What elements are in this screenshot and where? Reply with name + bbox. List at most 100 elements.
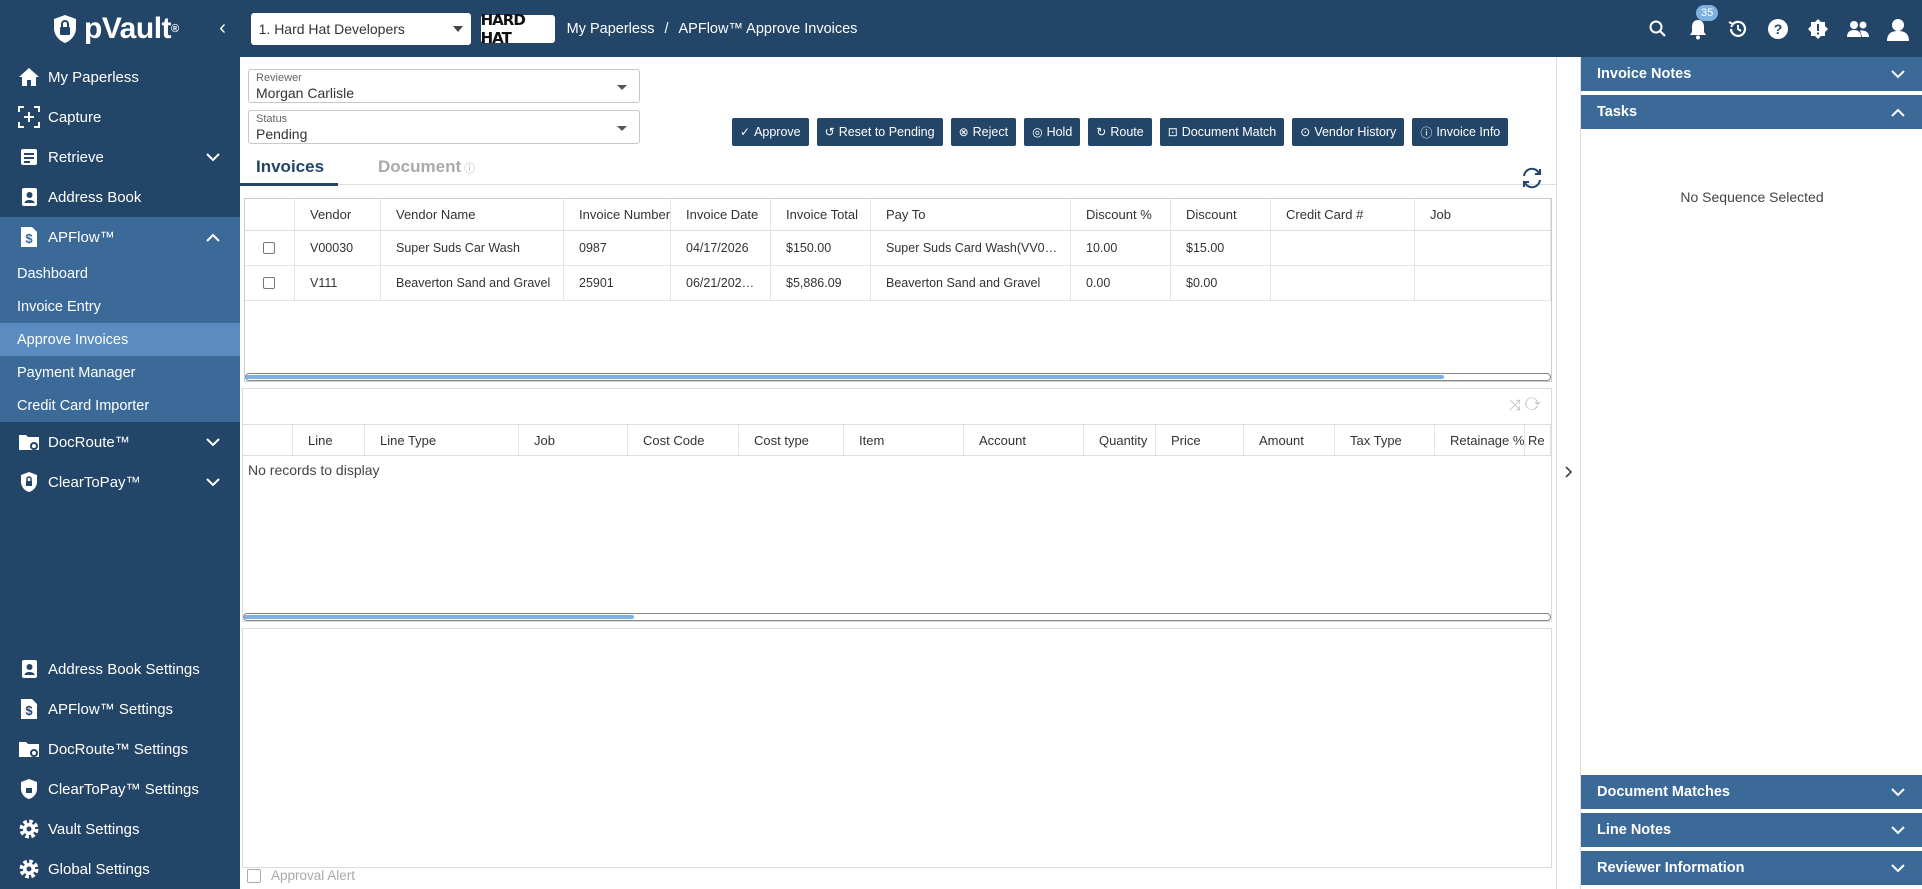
sidebar-item-apflow[interactable]: $ APFlow™ bbox=[0, 217, 240, 257]
sidebar-item-vault-settings[interactable]: Vault Settings bbox=[0, 809, 240, 849]
column-header[interactable]: Line Type bbox=[365, 425, 519, 455]
sidebar-item-apflow-settings[interactable]: $ APFlow™ Settings bbox=[0, 689, 240, 729]
column-header[interactable]: Credit Card # bbox=[1271, 199, 1415, 230]
alert-badge-icon[interactable] bbox=[1806, 17, 1830, 41]
bell-icon[interactable]: 35 bbox=[1686, 4, 1719, 41]
invoice-info-button[interactable]: ⓘ Invoice Info bbox=[1412, 118, 1509, 146]
notification-badge: 35 bbox=[1696, 4, 1719, 21]
help-icon[interactable]: ? bbox=[1766, 17, 1790, 41]
table-row[interactable]: V111 Beaverton Sand and Gravel 25901 06/… bbox=[245, 266, 1551, 301]
invoice-table-scrollbar[interactable] bbox=[245, 373, 1551, 381]
column-header[interactable]: Item bbox=[844, 425, 964, 455]
shuffle-icon[interactable]: ⤨ bbox=[1509, 397, 1521, 414]
column-header[interactable]: Discount % bbox=[1071, 199, 1171, 230]
column-header[interactable]: Invoice Total bbox=[771, 199, 871, 230]
sidebar-item-label: ClearToPay™ bbox=[48, 473, 141, 491]
column-header[interactable]: Invoice Number bbox=[564, 199, 671, 230]
history-icon[interactable] bbox=[1726, 17, 1750, 41]
action-toolbar: ✓ Approve ↺ Reset to Pending ⊗ Reject ◎ Hold… bbox=[732, 118, 1509, 146]
gear-icon bbox=[18, 858, 40, 880]
refresh-icon[interactable] bbox=[1520, 167, 1544, 192]
tab-invoices[interactable]: Invoices bbox=[239, 157, 339, 186]
sidebar-item-cleartopay[interactable]: ClearToPay™ bbox=[0, 462, 240, 502]
chevron-right-icon[interactable] bbox=[1564, 465, 1573, 481]
column-header[interactable]: Pay To bbox=[871, 199, 1071, 230]
column-header[interactable]: Quantity bbox=[1084, 425, 1156, 455]
tasks-header[interactable]: Tasks bbox=[1581, 95, 1922, 129]
panel-splitter[interactable] bbox=[1556, 57, 1580, 889]
column-header[interactable]: Invoice Date bbox=[671, 199, 771, 230]
invoice-notes-header[interactable]: Invoice Notes bbox=[1581, 57, 1922, 91]
column-header[interactable]: Price bbox=[1156, 425, 1244, 455]
sidebar-subitem-invoice-entry[interactable]: Invoice Entry bbox=[0, 290, 240, 323]
column-header[interactable]: Tax Type bbox=[1335, 425, 1435, 455]
hold-button[interactable]: ◎ Hold bbox=[1024, 118, 1081, 146]
row-checkbox[interactable] bbox=[263, 277, 275, 289]
row-checkbox[interactable] bbox=[263, 242, 275, 254]
column-header[interactable]: Discount bbox=[1171, 199, 1271, 230]
document-match-button[interactable]: ⊡ Document Match bbox=[1159, 118, 1285, 146]
reject-button[interactable]: ⊗ Reject bbox=[950, 118, 1017, 146]
column-header[interactable]: Retainage % bbox=[1435, 425, 1525, 455]
column-header[interactable]: Account bbox=[964, 425, 1084, 455]
chevron-down-icon[interactable] bbox=[1891, 823, 1905, 839]
collapse-sidebar-icon[interactable]: ‹ bbox=[213, 17, 233, 40]
breadcrumb-my-paperless[interactable]: My Paperless bbox=[567, 21, 655, 37]
reviewer-information-header[interactable]: Reviewer Information bbox=[1581, 851, 1922, 885]
column-header[interactable]: Cost Code bbox=[628, 425, 739, 455]
chevron-down-icon[interactable] bbox=[206, 434, 220, 451]
tab-document[interactable]: Document ⓘ bbox=[378, 157, 475, 177]
scrollbar-thumb[interactable] bbox=[244, 615, 634, 619]
sidebar-item-global-settings[interactable]: Global Settings bbox=[0, 849, 240, 889]
status-select[interactable]: Status Pending bbox=[248, 110, 640, 144]
line-notes-header[interactable]: Line Notes bbox=[1581, 813, 1922, 847]
pvault-logo[interactable]: pVault ® bbox=[52, 12, 179, 46]
sidebar-item-retrieve[interactable]: Retrieve bbox=[0, 137, 240, 177]
chevron-up-icon[interactable] bbox=[1891, 105, 1905, 121]
sidebar-item-docroute-settings[interactable]: DocRoute™ Settings bbox=[0, 729, 240, 769]
document-matches-header[interactable]: Document Matches bbox=[1581, 775, 1922, 809]
scrollbar-thumb[interactable] bbox=[246, 375, 1444, 379]
users-icon[interactable] bbox=[1846, 17, 1870, 41]
line-table-scrollbar[interactable] bbox=[243, 613, 1551, 621]
sidebar-item-address-book[interactable]: Address Book bbox=[0, 177, 240, 217]
vendor-history-button[interactable]: ⊙ Vendor History bbox=[1292, 118, 1405, 146]
table-row[interactable]: V00030 Super Suds Car Wash 0987 04/17/20… bbox=[245, 231, 1551, 266]
chevron-down-icon[interactable] bbox=[1891, 67, 1905, 83]
sidebar-item-my-paperless[interactable]: My Paperless bbox=[0, 57, 240, 97]
sidebar-subitem-credit-card-importer[interactable]: Credit Card Importer bbox=[0, 389, 240, 422]
column-header[interactable]: Job bbox=[1415, 199, 1551, 230]
chevron-up-icon[interactable] bbox=[206, 229, 220, 246]
column-header[interactable]: Amount bbox=[1244, 425, 1335, 455]
reset-to-pending-button[interactable]: ↺ Reset to Pending bbox=[816, 118, 943, 146]
route-button[interactable]: ↻ Route bbox=[1088, 118, 1152, 146]
column-header[interactable]: Vendor bbox=[295, 199, 381, 230]
chevron-down-icon[interactable] bbox=[206, 474, 220, 491]
chevron-down-icon[interactable] bbox=[1891, 861, 1905, 877]
approval-alert-checkbox[interactable]: Approval Alert bbox=[247, 868, 355, 883]
sidebar-item-address-book-settings[interactable]: Address Book Settings bbox=[0, 649, 240, 689]
approval-alert-box[interactable] bbox=[247, 868, 261, 883]
reviewer-select[interactable]: Reviewer Morgan Carlisle bbox=[248, 69, 640, 103]
sidebar-item-cleartopay-settings[interactable]: ClearToPay™ Settings bbox=[0, 769, 240, 809]
sidebar-item-docroute[interactable]: DocRoute™ bbox=[0, 422, 240, 462]
sidebar-subitem-dashboard[interactable]: Dashboard bbox=[0, 257, 240, 290]
sidebar-subitem-payment-manager[interactable]: Payment Manager bbox=[0, 356, 240, 389]
table-cell: V00030 bbox=[295, 231, 381, 265]
profile-icon[interactable] bbox=[1886, 17, 1910, 41]
search-icon[interactable] bbox=[1646, 17, 1670, 41]
chevron-down-icon[interactable] bbox=[1891, 785, 1905, 801]
sync-icon[interactable]: ⟳ bbox=[1525, 397, 1541, 414]
brand-registered: ® bbox=[171, 22, 179, 35]
approve-button[interactable]: ✓ Approve bbox=[732, 118, 809, 146]
chevron-down-icon[interactable] bbox=[206, 149, 220, 166]
sidebar-item-label: APFlow™ Settings bbox=[48, 700, 174, 718]
sidebar-item-capture[interactable]: Capture bbox=[0, 97, 240, 137]
sidebar-subitem-approve-invoices[interactable]: Approve Invoices bbox=[0, 323, 240, 356]
column-header[interactable]: Re bbox=[1525, 425, 1551, 455]
column-header[interactable]: Vendor Name bbox=[381, 199, 564, 230]
company-selector[interactable]: 1. Hard Hat Developers bbox=[250, 12, 471, 45]
column-header[interactable]: Cost type bbox=[739, 425, 844, 455]
column-header[interactable]: Line bbox=[293, 425, 365, 455]
column-header[interactable]: Job bbox=[519, 425, 628, 455]
